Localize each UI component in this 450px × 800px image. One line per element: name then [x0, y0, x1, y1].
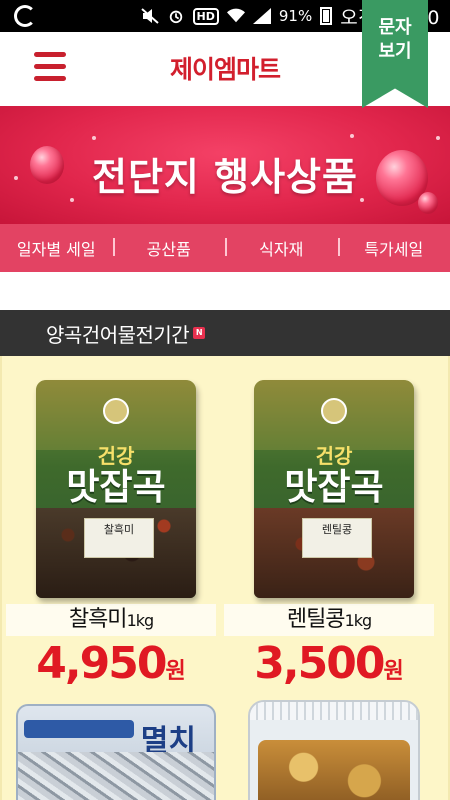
- mute-icon: [140, 8, 159, 24]
- tab-groceries[interactable]: 식자재: [225, 236, 338, 260]
- battery-percent: 91%: [278, 7, 313, 25]
- sms-view-label: 문자 보기: [378, 17, 412, 62]
- banner-title: 전단지 행사상품: [92, 155, 358, 199]
- package-brand-small: 건강: [315, 444, 353, 468]
- tab-daily-sale[interactable]: 일자별 세일: [0, 236, 113, 260]
- product-image: [248, 700, 420, 800]
- hd-icon: HD: [192, 7, 219, 25]
- product-price: 3,500원: [254, 638, 404, 689]
- section-title: 양곡건어물전기간: [46, 322, 190, 347]
- wifi-icon: [226, 8, 245, 23]
- product-price: 4,950원: [36, 638, 186, 689]
- promo-banner: 전단지 행사상품: [0, 106, 450, 224]
- signal-icon: [252, 8, 271, 24]
- new-badge: N: [193, 327, 206, 339]
- product-name: 찰흑미1kg: [6, 604, 216, 636]
- app-notification-icon: [14, 5, 36, 27]
- battery-icon: [320, 7, 333, 25]
- tab-industrial-goods[interactable]: 공산품: [112, 236, 226, 260]
- category-nav: 일자별 세일 공산품 식자재 특가세일: [0, 224, 450, 272]
- package-brand-small: 건강: [97, 444, 135, 468]
- package-tag: 찰흑미: [84, 518, 154, 558]
- package-brand-big: 맛잡곡: [284, 467, 384, 508]
- product-card[interactable]: 건강 맛잡곡 렌틸콩 렌틸콩1kg 3,500원: [224, 356, 434, 696]
- product-name: 렌틸콩1kg: [224, 604, 434, 636]
- product-card[interactable]: [224, 696, 434, 800]
- product-image: 건강 맛잡곡 렌틸콩: [254, 380, 414, 598]
- package-tag: 렌틸콩: [302, 518, 372, 558]
- product-card[interactable]: 멸치: [6, 696, 216, 800]
- product-card[interactable]: 건강 맛잡곡 찰흑미 찰흑미1kg 4,950원: [6, 356, 216, 696]
- alarm-icon: [169, 10, 182, 24]
- section-header[interactable]: 양곡건어물전기간 N: [0, 310, 450, 356]
- product-image: 건강 맛잡곡 찰흑미: [36, 380, 196, 598]
- product-grid: 건강 맛잡곡 찰흑미 찰흑미1kg 4,950원 건강 맛잡곡 렌틸콩 렌틸콩1…: [0, 356, 450, 800]
- tab-special-sale[interactable]: 특가세일: [337, 236, 450, 260]
- package-brand-big: 맛잡곡: [66, 467, 166, 508]
- product-image: 멸치: [16, 704, 216, 800]
